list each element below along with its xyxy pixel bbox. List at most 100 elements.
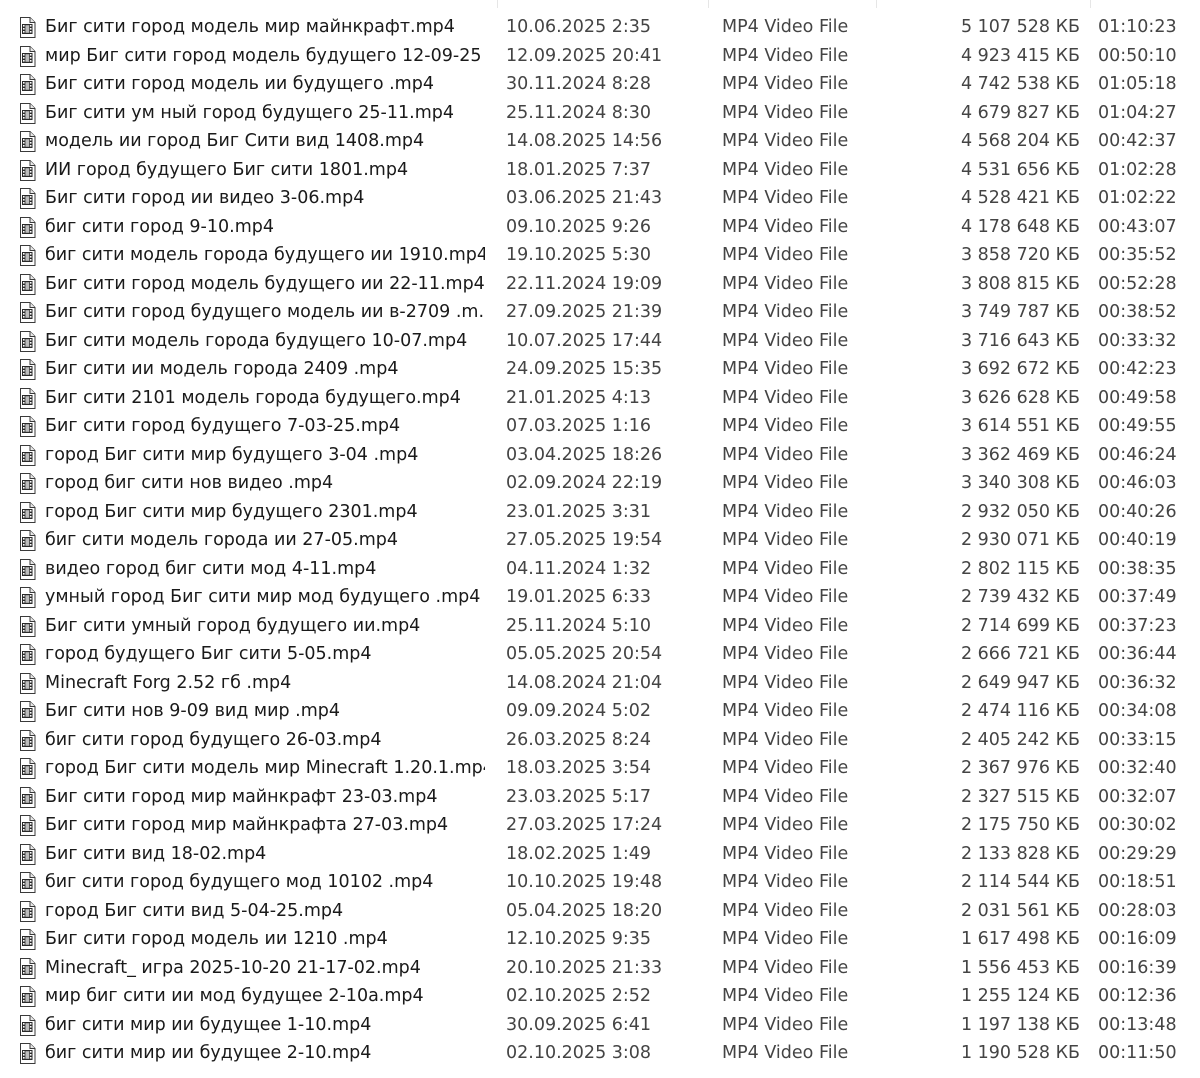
file-name[interactable]: Биг сити ум ный город будущего 25-11.mp4 [45, 99, 485, 128]
file-name[interactable]: мир биг сити ии мод будущее 2-10а.mp4 [45, 982, 485, 1011]
file-row[interactable]: биг сити город 9-10.mp4 09.10.2025 9:26 … [0, 213, 1200, 242]
video-file-icon [18, 1043, 37, 1064]
video-file-icon [18, 843, 37, 865]
file-type: MP4 Video File [722, 273, 849, 294]
file-name[interactable]: город будущего Биг сити 5-05.mp4 [45, 640, 485, 669]
file-row[interactable]: Биг сити город ии видео 3-06.mp4 03.06.2… [0, 184, 1200, 213]
column-divider[interactable] [708, 0, 709, 8]
file-duration: 00:36:32 [1098, 672, 1177, 693]
file-name[interactable]: город Биг сити вид 5-04-25.mp4 [45, 897, 485, 926]
file-row[interactable]: Биг сити город модель ии 1210 .mp4 12.10… [0, 925, 1200, 954]
file-name[interactable]: биг сити модель города будущего ии 1910.… [45, 241, 485, 270]
file-row[interactable]: биг сити мир ии будущее 1-10.mp4 30.09.2… [0, 1011, 1200, 1040]
file-name[interactable]: Биг сити город будущего модель ии в-2709… [45, 298, 485, 327]
file-row[interactable]: Биг сити ии модель города 2409 .mp4 24.0… [0, 355, 1200, 384]
file-row[interactable]: Биг сити город модель ии будущего .mp4 3… [0, 70, 1200, 99]
file-name[interactable]: Биг сити город модель мир майнкрафт.mp4 [45, 13, 485, 42]
video-file-icon [18, 131, 37, 152]
column-divider[interactable] [497, 0, 498, 8]
file-name[interactable]: город Биг сити модель мир Minecraft 1.20… [45, 754, 485, 783]
file-name[interactable]: Биг сити 2101 модель города будущего.mp4 [45, 384, 485, 413]
file-row[interactable]: биг сити мир ии будущее 2-10.mp4 02.10.2… [0, 1039, 1200, 1068]
file-row[interactable]: Биг сити город будущего 7-03-25.mp4 07.0… [0, 412, 1200, 441]
file-row[interactable]: Биг сити город мир майнкрафта 27-03.mp4 … [0, 811, 1200, 840]
date-modified: 02.09.2024 22:19 [506, 473, 663, 493]
file-name[interactable]: Биг сити город модель ии 1210 .mp4 [45, 925, 485, 954]
file-size: 2 932 050 КБ [960, 501, 1080, 522]
date-modified: 30.09.2025 6:41 [506, 1014, 652, 1035]
file-row[interactable]: город Биг сити вид 5-04-25.mp4 05.04.202… [0, 897, 1200, 926]
file-row[interactable]: Биг сити умный город будущего ии.mp4 25.… [0, 612, 1200, 641]
date-modified: 10.06.2025 2:35 [506, 17, 652, 37]
file-row[interactable]: Биг сити город модель будущего ии 22-11.… [0, 270, 1200, 299]
file-name[interactable]: умный город Биг сити мир мод будущего .m… [45, 583, 485, 612]
file-name[interactable]: город биг сити нов видео .mp4 [45, 469, 485, 498]
file-name[interactable]: Биг сити город ии видео 3-06.mp4 [45, 184, 485, 213]
file-name[interactable]: ИИ город будущего Биг сити 1801.mp4 [45, 156, 485, 185]
file-size: 4 742 538 КБ [960, 74, 1080, 94]
file-row[interactable]: Биг сити нов 9-09 вид мир .mp4 09.09.202… [0, 697, 1200, 726]
file-row[interactable]: Биг сити город будущего модель ии в-2709… [0, 298, 1200, 327]
file-row[interactable]: умный город Биг сити мир мод будущего .m… [0, 583, 1200, 612]
file-row[interactable]: город будущего Биг сити 5-05.mp4 05.05.2… [0, 640, 1200, 669]
file-name[interactable]: Биг сити модель города будущего 10-07.mp… [45, 327, 485, 356]
file-name[interactable]: видео город биг сити мод 4-11.mp4 [45, 555, 485, 584]
date-modified: 10.07.2025 17:44 [506, 330, 663, 351]
file-name[interactable]: Биг сити вид 18-02.mp4 [45, 840, 485, 869]
file-row[interactable]: Биг сити 2101 модель города будущего.mp4… [0, 384, 1200, 413]
file-name[interactable]: биг сити мир ии будущее 1-10.mp4 [45, 1011, 485, 1040]
file-row[interactable]: Minecraft_ игра 2025-10-20 21-17-02.mp4 … [0, 954, 1200, 983]
file-name[interactable]: Биг сити город мир майнкрафт 23-03.mp4 [45, 783, 485, 812]
file-row[interactable]: город Биг сити мир будущего 3-04 .mp4 03… [0, 441, 1200, 470]
file-row[interactable]: Minecraft Forg 2.52 гб .mp4 14.08.2024 2… [0, 669, 1200, 698]
file-size: 2 327 515 КБ [960, 786, 1080, 807]
file-name[interactable]: город Биг сити мир будущего 3-04 .mp4 [45, 441, 485, 470]
file-row[interactable]: биг сити модель города будущего ии 1910.… [0, 241, 1200, 270]
file-row[interactable]: город Биг сити мир будущего 2301.mp4 23.… [0, 498, 1200, 527]
file-name[interactable]: Minecraft_ игра 2025-10-20 21-17-02.mp4 [45, 954, 485, 983]
file-name[interactable]: Биг сити нов 9-09 вид мир .mp4 [45, 697, 485, 726]
file-name[interactable]: Minecraft Forg 2.52 гб .mp4 [45, 669, 485, 698]
file-name[interactable]: Биг сити город мир майнкрафта 27-03.mp4 [45, 811, 485, 840]
file-name[interactable]: Биг сити ии модель города 2409 .mp4 [45, 355, 485, 384]
file-name[interactable]: город Биг сити мир будущего 2301.mp4 [45, 498, 485, 527]
file-name[interactable]: биг сити город будущего мод 10102 .mp4 [45, 868, 485, 897]
file-size: 2 930 071 КБ [960, 530, 1080, 550]
video-file-icon [18, 473, 37, 494]
file-row[interactable]: биг сити модель города ии 27-05.mp4 27.0… [0, 526, 1200, 555]
date-modified: 04.11.2024 1:32 [506, 558, 652, 579]
file-row[interactable]: город Биг сити модель мир Minecraft 1.20… [0, 754, 1200, 783]
file-name[interactable]: Биг сити город модель ии будущего .mp4 [45, 70, 485, 99]
file-row[interactable]: модель ии город Биг Сити вид 1408.mp4 14… [0, 127, 1200, 156]
file-row[interactable]: биг сити город будущего 26-03.mp4 26.03.… [0, 726, 1200, 755]
file-type: MP4 Video File [722, 159, 849, 180]
column-divider[interactable] [876, 0, 877, 8]
file-row[interactable]: видео город биг сити мод 4-11.mp4 04.11.… [0, 555, 1200, 584]
file-name[interactable]: Биг сити умный город будущего ии.mp4 [45, 612, 485, 641]
file-name[interactable]: модель ии город Биг Сити вид 1408.mp4 [45, 127, 485, 156]
file-row[interactable]: биг сити город будущего мод 10102 .mp4 1… [0, 868, 1200, 897]
file-name[interactable]: биг сити модель города ии 27-05.mp4 [45, 526, 485, 555]
file-name[interactable]: биг сити город 9-10.mp4 [45, 213, 485, 242]
file-name[interactable]: мир Биг сити город модель будущего 12-09… [45, 42, 485, 71]
file-type: MP4 Video File [722, 986, 849, 1006]
file-name[interactable]: Биг сити город будущего 7-03-25.mp4 [45, 412, 485, 441]
file-name[interactable]: Биг сити город модель будущего ии 22-11.… [45, 270, 485, 299]
file-row[interactable]: Биг сити город модель мир майнкрафт.mp4 … [0, 13, 1200, 42]
file-size: 3 858 720 КБ [960, 245, 1080, 265]
file-row[interactable]: город биг сити нов видео .mp4 02.09.2024… [0, 469, 1200, 498]
file-row[interactable]: Биг сити модель города будущего 10-07.mp… [0, 327, 1200, 356]
file-row[interactable]: мир Биг сити город модель будущего 12-09… [0, 42, 1200, 71]
file-row[interactable]: ИИ город будущего Биг сити 1801.mp4 18.0… [0, 156, 1200, 185]
file-row[interactable]: мир биг сити ии мод будущее 2-10а.mp4 02… [0, 982, 1200, 1011]
file-row[interactable]: Биг сити город мир майнкрафт 23-03.mp4 2… [0, 783, 1200, 812]
column-divider[interactable] [1090, 0, 1091, 8]
file-duration: 00:12:36 [1098, 986, 1177, 1006]
video-file-icon [18, 957, 37, 979]
file-name[interactable]: биг сити город будущего 26-03.mp4 [45, 726, 485, 755]
file-row[interactable]: Биг сити ум ный город будущего 25-11.mp4… [0, 99, 1200, 128]
file-name[interactable]: биг сити мир ии будущее 2-10.mp4 [45, 1039, 485, 1068]
file-type: MP4 Video File [722, 957, 849, 978]
file-row[interactable]: Биг сити вид 18-02.mp4 18.02.2025 1:49 M… [0, 840, 1200, 869]
date-modified: 14.08.2025 14:56 [506, 131, 663, 151]
